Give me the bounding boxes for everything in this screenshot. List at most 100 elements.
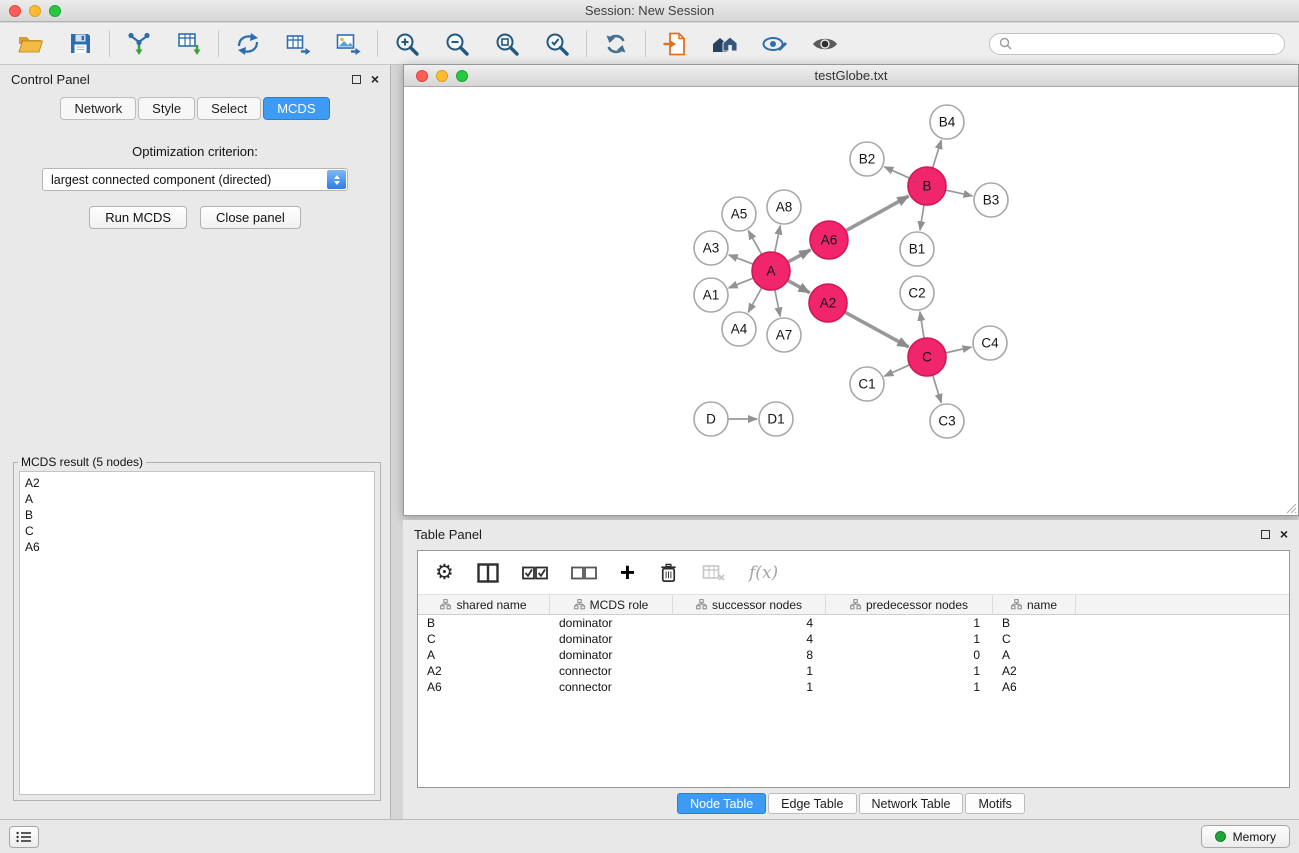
tab-select[interactable]: Select: [197, 97, 261, 120]
select-all-button[interactable]: [522, 565, 548, 581]
mcds-result-item[interactable]: B: [25, 507, 369, 523]
tab-style[interactable]: Style: [138, 97, 195, 120]
tab-mcds[interactable]: MCDS: [263, 97, 329, 120]
network-window-titlebar[interactable]: testGlobe.txt: [404, 65, 1298, 87]
import-table-from-file-button[interactable]: [173, 28, 205, 60]
graph-edge-A-A4[interactable]: [748, 288, 762, 313]
graph-node-label-D1: D1: [767, 412, 784, 427]
export-network-button[interactable]: [232, 28, 264, 60]
float-table-panel-icon[interactable]: [1261, 530, 1270, 539]
graph-edge-A-A2[interactable]: [788, 280, 810, 292]
graph-edge-A-A6[interactable]: [788, 250, 811, 262]
table-row[interactable]: Bdominator41B: [418, 615, 1289, 631]
close-panel-button[interactable]: Close panel: [200, 206, 301, 229]
network-window-traffic-lights: [416, 70, 468, 82]
graph-edge-A-A5[interactable]: [748, 231, 761, 255]
import-network-from-file-button[interactable]: [123, 28, 155, 60]
tab-network[interactable]: Network: [60, 97, 136, 120]
export-document-icon: [662, 31, 688, 57]
zoom-in-button[interactable]: [391, 28, 423, 60]
style-preview-button[interactable]: [759, 28, 791, 60]
column-header-predecessor-nodes[interactable]: predecessor nodes: [826, 595, 993, 614]
memory-button[interactable]: Memory: [1201, 825, 1290, 848]
mcds-result-list[interactable]: A2ABCA6: [19, 471, 375, 795]
show-columns-button[interactable]: [477, 563, 499, 583]
column-header-successor-nodes[interactable]: successor nodes: [673, 595, 826, 614]
mcds-result-box: MCDS result (5 nodes) A2ABCA6: [13, 455, 381, 801]
table-row[interactable]: Cdominator41C: [418, 631, 1289, 647]
tab-network-table[interactable]: Network Table: [859, 793, 964, 814]
mcds-result-item[interactable]: A: [25, 491, 369, 507]
deselect-all-button[interactable]: [571, 565, 597, 581]
fullscreen-window-button[interactable]: [49, 5, 61, 17]
zoom-out-button[interactable]: [441, 28, 473, 60]
criterion-dropdown[interactable]: largest connected component (directed): [42, 168, 348, 191]
show-hide-button[interactable]: [809, 28, 841, 60]
resize-handle[interactable]: [1285, 502, 1297, 514]
network-canvas[interactable]: B4B2BB3A5A8A6B1A3AC2A1A2A4A7C4CC1C3DD1: [404, 88, 1298, 515]
minimize-window-button[interactable]: [29, 5, 41, 17]
tab-edge-table[interactable]: Edge Table: [768, 793, 856, 814]
table-settings-button[interactable]: ⚙: [435, 562, 454, 583]
graph-edge-A-A3[interactable]: [729, 255, 754, 264]
close-window-button[interactable]: [9, 5, 21, 17]
graph-edge-B-B3[interactable]: [946, 190, 973, 196]
column-header-MCDS-role[interactable]: MCDS role: [550, 595, 673, 614]
mcds-result-item[interactable]: A6: [25, 539, 369, 555]
zoom-selected-button[interactable]: [541, 28, 573, 60]
graph-edge-A2-C[interactable]: [845, 312, 909, 347]
dropdown-stepper-icon[interactable]: [327, 170, 346, 189]
graph-edge-C-C2[interactable]: [920, 312, 924, 338]
mcds-result-item[interactable]: C: [25, 523, 369, 539]
save-session-button[interactable]: [64, 28, 96, 60]
float-panel-icon[interactable]: [352, 75, 361, 84]
graph-edge-A6-B[interactable]: [846, 196, 909, 231]
status-bar: Memory: [0, 819, 1299, 853]
column-header-name[interactable]: name: [993, 595, 1076, 614]
table-cell: B: [993, 616, 1076, 630]
tab-motifs[interactable]: Motifs: [965, 793, 1024, 814]
delete-row-button[interactable]: [658, 562, 679, 583]
table-row[interactable]: Adominator80A: [418, 647, 1289, 663]
graph-edge-C-C1[interactable]: [884, 365, 909, 376]
export-table-button[interactable]: [282, 28, 314, 60]
sort-icon: [696, 599, 707, 610]
graph-edge-A-A7[interactable]: [775, 290, 780, 317]
graph-edge-B-B2[interactable]: [884, 167, 909, 178]
network-maximize-button[interactable]: [456, 70, 468, 82]
network-window-title: testGlobe.txt: [404, 65, 1298, 86]
graph-edge-B-B4[interactable]: [933, 140, 942, 168]
network-view-window: testGlobe.txt B4B2BB3A5A8A6B1A3AC2A1A2A4…: [403, 64, 1299, 516]
column-header-label: MCDS role: [590, 598, 649, 612]
graph-edge-C-C3[interactable]: [933, 375, 942, 403]
tab-node-table[interactable]: Node Table: [677, 793, 766, 814]
home-button[interactable]: [709, 28, 741, 60]
network-graph[interactable]: B4B2BB3A5A8A6B1A3AC2A1A2A4A7C4CC1C3DD1: [404, 88, 1297, 516]
window-title: Session: New Session: [0, 0, 1299, 21]
open-session-button[interactable]: [14, 28, 46, 60]
run-mcds-button[interactable]: Run MCDS: [89, 206, 187, 229]
graph-node-label-B1: B1: [909, 242, 926, 257]
search-box[interactable]: [989, 33, 1285, 55]
task-history-button[interactable]: [9, 826, 39, 848]
graph-edge-C-C4[interactable]: [946, 347, 972, 353]
add-row-button[interactable]: +: [620, 562, 635, 583]
mcds-result-item[interactable]: A2: [25, 475, 369, 491]
close-panel-icon[interactable]: ×: [371, 72, 379, 86]
refresh-view-button[interactable]: [600, 28, 632, 60]
export-image-button[interactable]: [332, 28, 364, 60]
graph-edge-A-A1[interactable]: [729, 278, 754, 288]
graph-node-label-A8: A8: [776, 200, 793, 215]
graph-edge-B-B1[interactable]: [920, 205, 924, 230]
close-table-panel-icon[interactable]: ×: [1280, 527, 1288, 541]
graph-edge-A-A8[interactable]: [775, 226, 780, 253]
export-document-button[interactable]: [659, 28, 691, 60]
table-row[interactable]: A2connector11A2: [418, 663, 1289, 679]
network-minimize-button[interactable]: [436, 70, 448, 82]
column-header-shared-name[interactable]: shared name: [418, 595, 550, 614]
graph-node-label-B2: B2: [859, 152, 876, 167]
zoom-fit-button[interactable]: [491, 28, 523, 60]
search-input[interactable]: [1018, 37, 1275, 51]
network-close-button[interactable]: [416, 70, 428, 82]
table-row[interactable]: A6connector11A6: [418, 679, 1289, 695]
